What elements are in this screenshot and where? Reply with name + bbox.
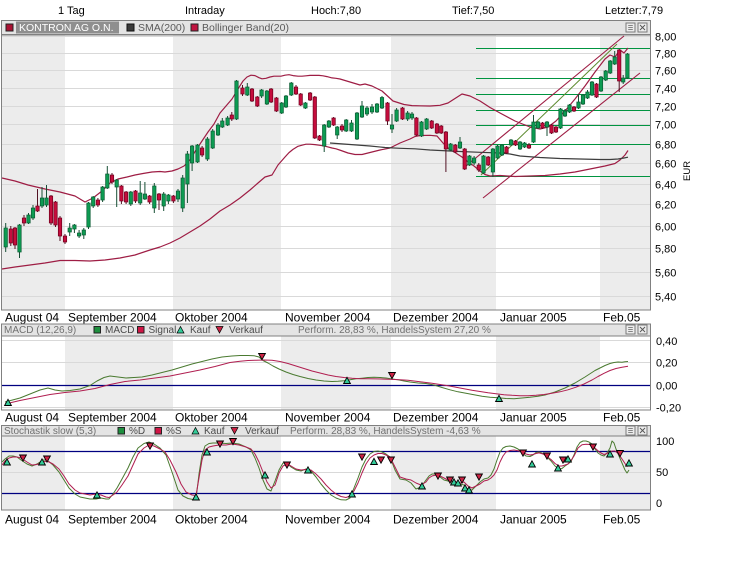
svg-text:8,00: 8,00 <box>655 32 676 44</box>
svg-text:7,80: 7,80 <box>655 49 676 61</box>
svg-text:6,80: 6,80 <box>655 140 676 152</box>
svg-text:KONTRON AG O.N.: KONTRON AG O.N. <box>19 22 114 34</box>
svg-text:7,60: 7,60 <box>655 66 676 78</box>
svg-text:Oktober 2004: Oktober 2004 <box>175 311 248 325</box>
svg-text:Dezember 2004: Dezember 2004 <box>393 311 479 325</box>
svg-text:0,00: 0,00 <box>656 381 677 393</box>
svg-text:Kauf: Kauf <box>190 325 211 336</box>
svg-text:Letzter:7,79: Letzter:7,79 <box>605 5 663 17</box>
svg-text:7,40: 7,40 <box>655 84 676 96</box>
svg-text:Januar 2005: Januar 2005 <box>500 311 567 325</box>
svg-text:EUR: EUR <box>682 161 693 181</box>
svg-text:7,00: 7,00 <box>655 120 676 132</box>
svg-text:Perform. 28,83 %, HandelsSyste: Perform. 28,83 %, HandelsSystem -4,63 % <box>290 426 481 437</box>
svg-text:100: 100 <box>656 436 674 448</box>
svg-text:0: 0 <box>656 498 662 510</box>
svg-text:1 Tag: 1 Tag <box>58 5 85 17</box>
svg-text:Verkauf: Verkauf <box>245 426 279 437</box>
svg-text:Januar 2005: Januar 2005 <box>500 513 567 527</box>
svg-text:0,20: 0,20 <box>656 358 677 370</box>
svg-text:0,40: 0,40 <box>656 336 677 348</box>
svg-text:Feb.05: Feb.05 <box>603 513 641 527</box>
svg-text:August 04: August 04 <box>5 411 59 425</box>
svg-text:%S: %S <box>166 426 182 437</box>
svg-text:Dezember 2004: Dezember 2004 <box>393 411 479 425</box>
svg-text:6,40: 6,40 <box>655 180 676 192</box>
svg-text:Feb.05: Feb.05 <box>603 411 641 425</box>
svg-text:Oktober 2004: Oktober 2004 <box>175 513 248 527</box>
svg-text:Stochastik slow (5,3): Stochastik slow (5,3) <box>4 426 96 437</box>
svg-text:Perform. 28,83 %, HandelsSyste: Perform. 28,83 %, HandelsSystem 27,20 % <box>298 325 491 336</box>
svg-text:5,40: 5,40 <box>655 292 676 304</box>
svg-text:6,60: 6,60 <box>655 159 676 171</box>
svg-text:Signal: Signal <box>149 325 177 336</box>
svg-text:SMA(200): SMA(200) <box>138 22 185 34</box>
svg-text:%D: %D <box>129 426 145 437</box>
svg-text:7,20: 7,20 <box>655 102 676 114</box>
svg-text:Dezember 2004: Dezember 2004 <box>393 513 479 527</box>
svg-text:Bollinger Band(20): Bollinger Band(20) <box>202 22 289 34</box>
svg-text:-0,20: -0,20 <box>656 403 681 415</box>
svg-text:Oktober 2004: Oktober 2004 <box>175 411 248 425</box>
svg-text:50: 50 <box>656 467 668 479</box>
svg-text:5,60: 5,60 <box>655 268 676 280</box>
svg-text:MACD (12,26,9): MACD (12,26,9) <box>4 325 76 336</box>
svg-text:November 2004: November 2004 <box>285 513 371 527</box>
svg-text:Feb.05: Feb.05 <box>603 311 641 325</box>
svg-text:September 2004: September 2004 <box>68 513 157 527</box>
svg-text:September 2004: September 2004 <box>68 311 157 325</box>
svg-text:Verkauf: Verkauf <box>229 325 263 336</box>
svg-text:August 04: August 04 <box>5 311 59 325</box>
svg-text:5,80: 5,80 <box>655 244 676 256</box>
svg-text:Januar 2005: Januar 2005 <box>500 411 567 425</box>
svg-text:Tief:7,50: Tief:7,50 <box>452 5 494 17</box>
svg-text:November 2004: November 2004 <box>285 411 371 425</box>
svg-text:November 2004: November 2004 <box>285 311 371 325</box>
svg-text:August 04: August 04 <box>5 513 59 527</box>
svg-text:Kauf: Kauf <box>204 426 225 437</box>
svg-text:Intraday: Intraday <box>185 5 225 17</box>
svg-text:September 2004: September 2004 <box>68 411 157 425</box>
svg-text:6,00: 6,00 <box>655 222 676 234</box>
svg-text:MACD: MACD <box>105 325 134 336</box>
svg-text:Hoch:7,80: Hoch:7,80 <box>311 5 361 17</box>
svg-text:6,20: 6,20 <box>655 200 676 212</box>
